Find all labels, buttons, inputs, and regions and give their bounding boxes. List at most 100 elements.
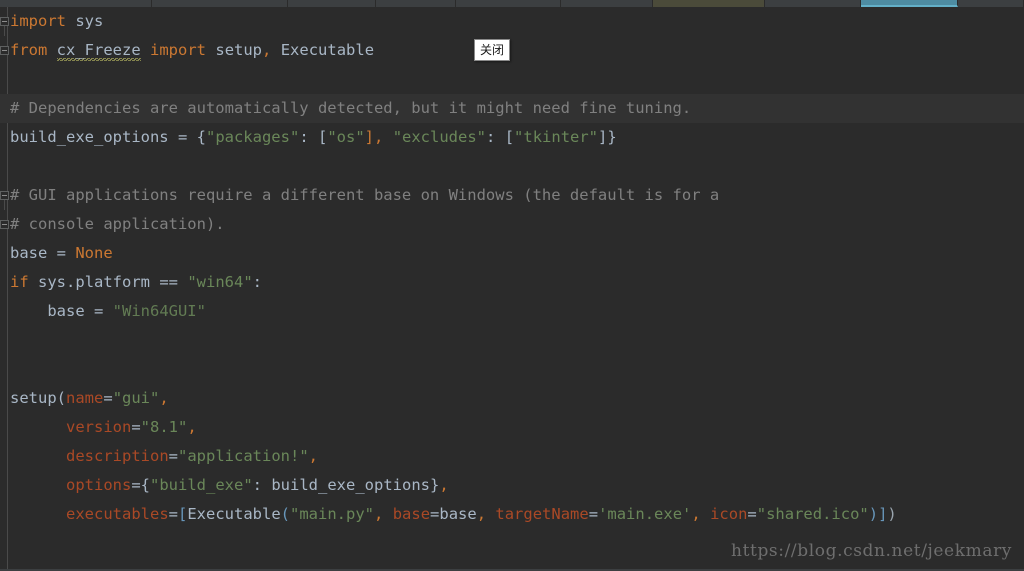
editor-tab-2[interactable] [152, 0, 288, 7]
code-line[interactable]: if sys.platform == "win64": [0, 268, 1024, 297]
code-token: from [10, 41, 48, 59]
code-token: description [66, 447, 169, 465]
editor-tab-7[interactable] [653, 0, 765, 7]
code-token: = [747, 505, 757, 523]
code-token: , [187, 418, 197, 436]
code-token: sys [75, 12, 104, 30]
code-line[interactable]: # console application). [0, 210, 1024, 239]
code-token: = [103, 389, 113, 407]
code-line[interactable]: base = "Win64GUI" [0, 297, 1024, 326]
code-token: = [47, 244, 76, 262]
code-token: , [476, 505, 487, 523]
watermark-url: https://blog.csdn.net/jeekmary [731, 541, 1012, 561]
code-token: = [168, 128, 197, 146]
editor-tab-strip[interactable] [0, 0, 1024, 7]
code-token: icon [710, 505, 748, 523]
editor-tab-1[interactable] [0, 0, 152, 7]
code-line[interactable]: build_exe_options = {"packages": ["os"],… [0, 123, 1024, 152]
code-token: "main.py" [290, 505, 375, 523]
code-token: None [75, 244, 113, 262]
code-token: = [131, 476, 141, 494]
editor-tab-5[interactable] [456, 0, 561, 7]
code-line[interactable]: # Dependencies are automatically detecte… [0, 94, 1024, 123]
code-line[interactable]: version="8.1", [0, 413, 1024, 442]
code-token: sys [38, 273, 67, 291]
editor-tab-10[interactable] [958, 0, 1024, 7]
code-token: options [66, 476, 132, 494]
code-token: version [66, 418, 132, 436]
code-token: if [10, 273, 29, 291]
code-token: "tkinter" [514, 128, 599, 146]
code-line[interactable] [0, 65, 1024, 94]
code-token: : [252, 476, 272, 494]
code-token: build_exe_options [271, 476, 430, 494]
code-token: = [168, 505, 178, 523]
code-token: [ [178, 505, 188, 523]
code-token: base [439, 505, 477, 523]
editor-tab-8[interactable] [765, 0, 861, 7]
code-token: setup [10, 389, 57, 407]
code-token: Executable [187, 505, 281, 523]
code-token: : [252, 273, 263, 291]
code-line[interactable] [0, 152, 1024, 181]
code-token: [ [504, 128, 515, 146]
code-token: : [486, 128, 505, 146]
code-token: , [308, 447, 318, 465]
code-token: "win64" [187, 273, 253, 291]
code-token: = [430, 505, 440, 523]
code-token: import [150, 41, 207, 59]
code-token: { [140, 476, 151, 494]
code-token: : [299, 128, 318, 146]
code-token: "8.1" [140, 418, 188, 436]
code-token: ) [887, 505, 897, 523]
code-content[interactable]: import sys from cx_Freeze import setup, E… [0, 7, 1024, 571]
code-line[interactable] [0, 355, 1024, 384]
code-token: [ [317, 128, 328, 146]
code-line[interactable]: base = None [0, 239, 1024, 268]
code-token: , [691, 505, 701, 523]
code-token: "os" [327, 128, 365, 146]
editor-surface[interactable]: import sys from cx_Freeze import setup, E… [0, 7, 1024, 571]
code-token: "build_exe" [150, 476, 253, 494]
code-token: = [131, 418, 141, 436]
code-token: 'main.exe' [598, 505, 692, 523]
code-token: } [429, 476, 440, 494]
code-token: "application!" [178, 447, 309, 465]
code-line[interactable]: import sys [0, 7, 1024, 36]
close-button[interactable]: 关闭 [474, 39, 510, 61]
editor-tab-3[interactable] [288, 0, 376, 7]
code-token: ]} [598, 128, 617, 146]
code-token: { [196, 128, 206, 146]
code-line[interactable]: setup(name="gui", [0, 384, 1024, 413]
code-line[interactable] [0, 326, 1024, 355]
code-token: # Dependencies are automatically detecte… [10, 99, 692, 117]
code-token: # console application). [10, 215, 225, 233]
code-token: = [168, 447, 178, 465]
code-token: executables [66, 505, 169, 523]
code-line[interactable]: # GUI applications require a different b… [0, 181, 1024, 210]
code-token: = [588, 505, 599, 523]
code-line[interactable]: from cx_Freeze import setup, Executable [0, 36, 1024, 65]
code-token: ( [280, 505, 291, 523]
code-token: = [84, 302, 113, 320]
editor-tab-6[interactable] [561, 0, 653, 7]
code-token: cx_Freeze [56, 41, 141, 61]
code-token: , [159, 389, 169, 407]
code-token: # GUI applications require a different b… [10, 186, 720, 204]
editor-tab-4[interactable] [376, 0, 456, 7]
code-line[interactable]: executables=[Executable("main.py", base=… [0, 500, 1024, 529]
editor-tab-9[interactable] [861, 0, 958, 7]
code-line[interactable]: options={"build_exe": build_exe_options}… [0, 471, 1024, 500]
code-token: targetName [495, 505, 589, 523]
code-token: ) [868, 505, 879, 523]
code-line[interactable]: description="application!", [0, 442, 1024, 471]
